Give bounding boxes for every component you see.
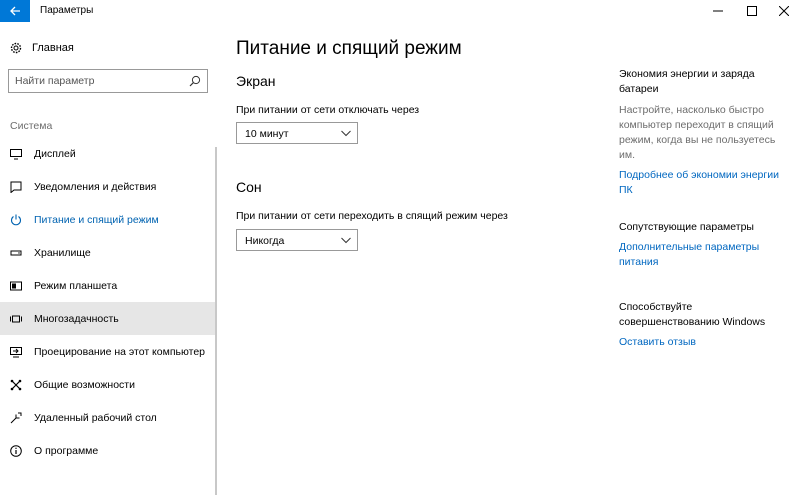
home-link[interactable]: Главная [10, 42, 74, 54]
additional-power-settings-link[interactable]: Дополнительные параметры питания [619, 240, 789, 270]
sleep-heading: Сон [236, 179, 262, 195]
window-title: Параметры [40, 5, 94, 16]
related-settings-block: Сопутствующие параметры Дополнительные п… [619, 220, 789, 270]
sidebar-item-label: Проецирование на этот компьютер [34, 345, 205, 358]
search-box[interactable] [8, 69, 208, 93]
sidebar-item-label: Многозадачность [34, 312, 119, 325]
projecting-icon [10, 346, 22, 357]
sidebar-item-label: Дисплей [34, 147, 76, 160]
back-button[interactable] [0, 0, 30, 22]
search-input[interactable] [9, 70, 185, 92]
section-label: Система [10, 120, 53, 132]
storage-icon [10, 250, 22, 255]
screen-timeout-value: 10 минут [245, 128, 289, 140]
maximize-icon [747, 6, 757, 16]
close-icon [779, 6, 789, 16]
feedback-block: Способствуйте совершенствованию Windows … [619, 300, 789, 350]
sidebar-item-label: Общие возможности [34, 378, 135, 391]
sidebar-item-tablet-mode[interactable]: Режим планшета [0, 269, 216, 302]
sidebar-item-remote-desktop[interactable]: Удаленный рабочий стол [0, 401, 216, 434]
energy-block: Экономия энергии и заряда батареи Настро… [619, 67, 789, 198]
shared-experiences-icon [10, 379, 22, 390]
sidebar-item-display[interactable]: Дисплей [0, 137, 216, 170]
sidebar: Главная Система Дисплей Уведомления и де… [0, 22, 218, 495]
screen-timeout-label: При питании от сети отключать через [236, 104, 420, 116]
title-bar: Параметры [0, 0, 800, 22]
minimize-icon [713, 10, 723, 12]
sidebar-item-storage[interactable]: Хранилище [0, 236, 216, 269]
sidebar-nav: Дисплей Уведомления и действия Питание и… [0, 137, 216, 467]
notifications-icon [10, 181, 22, 193]
sidebar-item-projecting[interactable]: Проецирование на этот компьютер [0, 335, 216, 368]
screen-timeout-dropdown[interactable]: 10 минут [236, 122, 358, 144]
sidebar-item-multitasking[interactable]: Многозадачность [0, 302, 216, 335]
sidebar-item-notifications[interactable]: Уведомления и действия [0, 170, 216, 203]
sidebar-item-about[interactable]: О программе [0, 434, 216, 467]
close-button[interactable] [766, 0, 800, 22]
related-settings-heading: Сопутствующие параметры [619, 221, 754, 233]
chevron-down-icon [341, 130, 351, 137]
sidebar-item-label: О программе [34, 444, 99, 457]
info-icon [10, 444, 22, 457]
sidebar-item-label: Хранилище [34, 246, 91, 259]
feedback-heading: Способствуйте совершенствованию Windows [619, 301, 766, 328]
multitasking-icon [10, 315, 22, 322]
energy-heading: Экономия энергии и заряда батареи [619, 68, 755, 95]
sleep-timeout-value: Никогда [245, 235, 285, 247]
sidebar-item-label: Режим планшета [34, 279, 118, 292]
remote-desktop-icon [10, 412, 22, 423]
tablet-mode-icon [10, 281, 22, 290]
sidebar-item-power-sleep[interactable]: Питание и спящий режим [0, 203, 216, 236]
sleep-timeout-dropdown[interactable]: Никогда [236, 229, 358, 251]
power-icon [11, 214, 21, 225]
screen-heading: Экран [236, 73, 276, 89]
sidebar-scrollbar[interactable] [215, 147, 217, 495]
home-gear-icon [10, 42, 22, 54]
feedback-link[interactable]: Оставить отзыв [619, 335, 789, 350]
energy-link[interactable]: Подробнее об экономии энергии ПК [619, 168, 789, 198]
maximize-button[interactable] [734, 0, 770, 22]
back-arrow-icon [10, 6, 20, 16]
sleep-timeout-label: При питании от сети переходить в спящий … [236, 210, 508, 222]
sidebar-item-shared-experiences[interactable]: Общие возможности [0, 368, 216, 401]
sidebar-item-label: Уведомления и действия [34, 180, 157, 193]
home-label: Главная [32, 42, 74, 54]
page-title: Питание и спящий режим [236, 38, 462, 59]
chevron-down-icon [341, 237, 351, 244]
minimize-button[interactable] [700, 0, 736, 22]
energy-description: Настройте, насколько быстро компьютер пе… [619, 104, 776, 161]
search-icon[interactable] [189, 75, 201, 87]
sidebar-item-label: Удаленный рабочий стол [34, 411, 157, 424]
sidebar-item-label: Питание и спящий режим [34, 213, 159, 226]
display-icon [10, 148, 22, 159]
